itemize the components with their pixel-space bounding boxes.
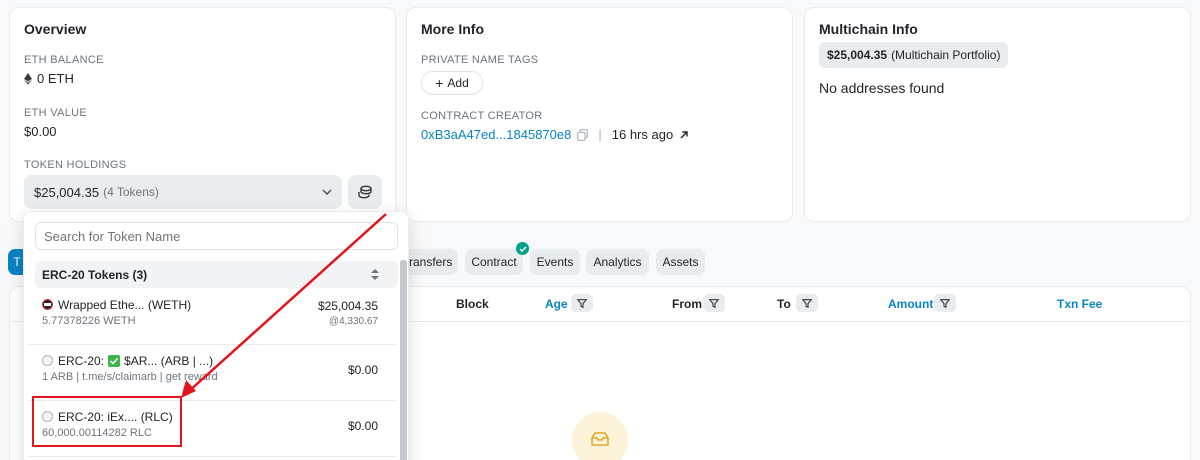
add-tag-label: Add xyxy=(447,76,469,90)
token-name: Wrapped Ethe... (WETH) xyxy=(58,298,192,312)
portfolio-label: (Multichain Portfolio) xyxy=(891,48,1001,62)
chevron-down-icon xyxy=(322,189,332,195)
erc20-group-header[interactable]: ERC-20 Tokens (3) xyxy=(35,261,398,288)
annotation-highlight-box xyxy=(32,396,182,447)
filter-icon xyxy=(709,298,719,308)
token-placeholder-icon xyxy=(42,355,53,366)
age-filter-button[interactable] xyxy=(571,294,593,312)
token-holdings-count: (4 Tokens) xyxy=(103,185,159,199)
token-row-weth[interactable]: Wrapped Ethe... (WETH) 5.77378226 WETH $… xyxy=(28,290,396,345)
contract-creator-label: CONTRACT CREATOR xyxy=(421,110,543,122)
tab-events[interactable]: Events xyxy=(530,249,580,275)
portfolio-value: $25,004.35 xyxy=(827,48,888,62)
amount-filter-button[interactable] xyxy=(934,294,956,312)
arrow-up-right-icon[interactable] xyxy=(679,130,689,140)
private-name-tags-label: PRIVATE NAME TAGS xyxy=(421,54,539,66)
multichain-view-button[interactable] xyxy=(348,175,382,209)
plus-icon: + xyxy=(435,75,444,91)
tab-assets[interactable]: Assets xyxy=(656,249,705,275)
no-addresses-text: No addresses found xyxy=(819,80,945,96)
token-holdings-label: TOKEN HOLDINGS xyxy=(24,159,127,171)
token-value: $0.00 xyxy=(347,419,378,433)
eth-value-label: ETH VALUE xyxy=(24,107,88,119)
filter-icon xyxy=(802,298,812,308)
overview-title: Overview xyxy=(24,21,87,37)
separator: | xyxy=(598,127,602,142)
check-mark-icon xyxy=(108,355,121,367)
column-header-txn-fee[interactable]: Txn Fee xyxy=(1057,297,1102,311)
column-header-age[interactable]: Age xyxy=(545,297,568,311)
column-header-block: Block xyxy=(456,297,489,311)
empty-state-icon xyxy=(572,412,628,460)
token-balance: 1 ARB | t.me/s/claimarb | get reward xyxy=(42,371,218,383)
add-tag-button[interactable]: + Add xyxy=(421,71,483,95)
token-holdings-select[interactable]: $25,004.35 (4 Tokens) xyxy=(24,175,342,209)
creator-age: 16 hrs ago xyxy=(611,127,674,142)
dropdown-scrollbar[interactable] xyxy=(400,260,407,460)
token-value: $0.00 xyxy=(347,363,378,377)
column-header-from: From xyxy=(672,297,702,311)
eth-balance-label: ETH BALANCE xyxy=(24,54,104,66)
token-search-input[interactable] xyxy=(35,222,398,250)
more-info-card: More Info PRIVATE NAME TAGS + Add CONTRA… xyxy=(406,7,793,222)
eth-balance-value: 0 ETH xyxy=(24,71,74,86)
token-name-text: $AR... (ARB | ...) xyxy=(124,354,214,368)
token-value: $25,004.35 xyxy=(317,299,378,313)
dropdown-scrollbar-thumb[interactable] xyxy=(400,260,407,460)
column-header-to: To xyxy=(777,297,791,311)
column-header-amount[interactable]: Amount xyxy=(888,297,933,311)
token-name: ERC-20: $AR... (ARB | ...) xyxy=(58,354,213,368)
multichain-info-card: Multichain Info $25,004.35 (Multichain P… xyxy=(804,7,1191,222)
sort-icon xyxy=(371,269,379,280)
erc20-group-label: ERC-20 Tokens (3) xyxy=(42,268,148,282)
token-price: @4,330.67 xyxy=(328,316,378,327)
verified-check-icon xyxy=(516,242,529,255)
ethereum-icon xyxy=(24,72,32,85)
multichain-title: Multichain Info xyxy=(819,21,918,37)
filter-icon xyxy=(940,298,950,308)
overview-card: Overview ETH BALANCE 0 ETH ETH VALUE $0.… xyxy=(9,7,396,222)
token-holdings-value: $25,004.35 xyxy=(34,184,100,200)
creator-address-link[interactable]: 0xB3aA47ed...1845870e8 xyxy=(421,127,571,142)
eth-balance-text: 0 ETH xyxy=(37,71,74,86)
inbox-icon xyxy=(591,432,609,446)
tab-analytics[interactable]: Analytics xyxy=(586,249,649,275)
token-balance: 5.77378226 WETH xyxy=(42,315,136,327)
copy-icon[interactable] xyxy=(577,128,589,141)
to-filter-button[interactable] xyxy=(796,294,818,312)
from-filter-button[interactable] xyxy=(703,294,725,312)
tab-token-transfers[interactable]: ransfers xyxy=(404,249,458,275)
multichain-portfolio-badge[interactable]: $25,004.35 (Multichain Portfolio) xyxy=(819,42,1009,68)
token-name-prefix: ERC-20: xyxy=(58,354,105,368)
eth-value: $0.00 xyxy=(24,124,57,139)
weth-token-icon xyxy=(42,299,53,310)
tab-contract[interactable]: Contract xyxy=(465,249,523,275)
coins-stack-icon xyxy=(358,185,372,199)
more-info-title: More Info xyxy=(421,21,484,37)
token-row-arb[interactable]: ERC-20: $AR... (ARB | ...) 1 ARB | t.me/… xyxy=(28,346,396,401)
filter-icon xyxy=(577,298,587,308)
contract-creator-row: 0xB3aA47ed...1845870e8 | 16 hrs ago xyxy=(421,127,689,142)
